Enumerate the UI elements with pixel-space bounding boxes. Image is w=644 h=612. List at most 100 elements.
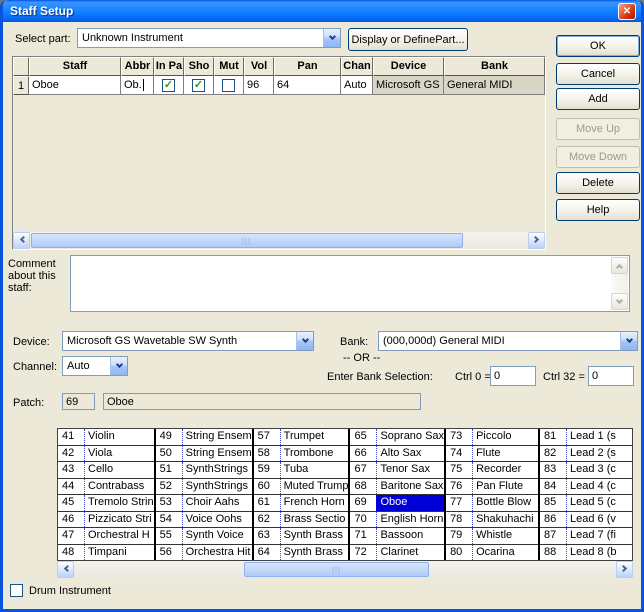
- header-staff[interactable]: Staff: [29, 57, 121, 76]
- instrument-cell[interactable]: 77Bottle Blow: [446, 495, 538, 512]
- instrument-cell[interactable]: 47Orchestral H: [58, 528, 154, 545]
- vol-cell[interactable]: 96: [244, 76, 274, 95]
- scroll-left-icon[interactable]: [57, 561, 74, 578]
- instrument-cell[interactable]: 75Recorder: [446, 462, 538, 479]
- instrument-cell[interactable]: 52SynthStrings: [156, 479, 252, 496]
- header-chan[interactable]: Chan: [341, 57, 373, 76]
- display-or-define-part-button[interactable]: Display or DefinePart...: [348, 28, 468, 51]
- help-button[interactable]: Help: [556, 199, 640, 221]
- instrument-cell[interactable]: 42Viola: [58, 446, 154, 463]
- instrument-cell[interactable]: 66Alto Sax: [350, 446, 444, 463]
- header-bank[interactable]: Bank: [444, 57, 545, 76]
- instrument-cell[interactable]: 79Whistle: [446, 528, 538, 545]
- instrument-cell[interactable]: 82Lead 2 (s: [540, 446, 632, 463]
- bank-cell[interactable]: General MIDI: [444, 76, 545, 95]
- grid-h-scrollbar[interactable]: [57, 561, 633, 578]
- device-cell[interactable]: Microsoft GS: [373, 76, 444, 95]
- instrument-cell[interactable]: 50String Ensem: [156, 446, 252, 463]
- ok-button[interactable]: OK: [556, 35, 640, 57]
- mute-cell[interactable]: [214, 76, 244, 95]
- table-scroll-thumb[interactable]: [31, 233, 463, 248]
- instrument-cell[interactable]: 72Clarinet: [350, 545, 444, 561]
- instrument-cell[interactable]: 57Trumpet: [254, 429, 349, 446]
- instrument-cell[interactable]: 76Pan Flute: [446, 479, 538, 496]
- instrument-cell[interactable]: 65Soprano Sax: [350, 429, 444, 446]
- device-combobox[interactable]: Microsoft GS Wavetable SW Synth: [62, 331, 314, 351]
- show-cell[interactable]: ✓: [184, 76, 214, 95]
- instrument-cell[interactable]: 87Lead 7 (fi: [540, 528, 632, 545]
- instrument-cell[interactable]: 58Trombone: [254, 446, 349, 463]
- scroll-down-icon[interactable]: [611, 293, 628, 310]
- table-h-scrollbar[interactable]: [13, 232, 545, 249]
- drum-instrument-checkbox[interactable]: [10, 584, 23, 597]
- instrument-cell[interactable]: 43Cello: [58, 462, 154, 479]
- header-mute[interactable]: Mut: [214, 57, 244, 76]
- in-part-cell[interactable]: ✓: [154, 76, 184, 95]
- instrument-cell[interactable]: 46Pizzicato Stri: [58, 512, 154, 529]
- instrument-cell[interactable]: 45Tremolo Strin: [58, 495, 154, 512]
- instrument-cell[interactable]: 71Bassoon: [350, 528, 444, 545]
- pan-cell[interactable]: 64: [274, 76, 341, 95]
- instrument-cell[interactable]: 85Lead 5 (c: [540, 495, 632, 512]
- scroll-left-icon[interactable]: [13, 232, 30, 249]
- instrument-cell[interactable]: 86Lead 6 (v: [540, 512, 632, 529]
- header-show[interactable]: Sho: [184, 57, 214, 76]
- in-part-checkbox[interactable]: ✓: [162, 79, 175, 92]
- ctrl32-input[interactable]: [588, 366, 634, 386]
- cancel-button[interactable]: Cancel: [556, 63, 640, 85]
- instrument-cell[interactable]: 59Tuba: [254, 462, 349, 479]
- instrument-cell[interactable]: 62Brass Sectio: [254, 512, 349, 529]
- instrument-cell[interactable]: 80Ocarina: [446, 545, 538, 561]
- instrument-cell[interactable]: 41Violin: [58, 429, 154, 446]
- instrument-cell[interactable]: 70English Horn: [350, 512, 444, 529]
- instrument-cell[interactable]: 78Shakuhachi: [446, 512, 538, 529]
- abbr-cell[interactable]: Ob.: [121, 76, 154, 95]
- instrument-cell[interactable]: 44Contrabass: [58, 479, 154, 496]
- add-button[interactable]: Add: [556, 88, 640, 110]
- staff-name-cell[interactable]: Oboe: [29, 76, 121, 95]
- header-pan[interactable]: Pan: [274, 57, 341, 76]
- comment-v-scrollbar[interactable]: [611, 257, 628, 310]
- instrument-cell[interactable]: 69Oboe: [350, 495, 444, 512]
- instrument-cell[interactable]: 51SynthStrings: [156, 462, 252, 479]
- chevron-down-icon[interactable]: [620, 332, 637, 350]
- chevron-down-icon[interactable]: [110, 357, 127, 375]
- instrument-cell[interactable]: 81Lead 1 (s: [540, 429, 632, 446]
- ctrl0-input[interactable]: [490, 366, 536, 386]
- grid-scroll-thumb[interactable]: [244, 562, 429, 577]
- header-device[interactable]: Device: [373, 57, 444, 76]
- instrument-cell[interactable]: 55Synth Voice: [156, 528, 252, 545]
- header-vol[interactable]: Vol: [244, 57, 274, 76]
- bank-combobox[interactable]: (000,000d) General MIDI: [378, 331, 638, 351]
- instrument-cell[interactable]: 61French Horn: [254, 495, 349, 512]
- channel-combobox[interactable]: Auto: [62, 356, 128, 376]
- instrument-cell[interactable]: 67Tenor Sax: [350, 462, 444, 479]
- instrument-cell[interactable]: 49String Ensem: [156, 429, 252, 446]
- instrument-cell[interactable]: 56Orchestra Hit: [156, 545, 252, 561]
- instrument-cell[interactable]: 84Lead 4 (c: [540, 479, 632, 496]
- instrument-cell[interactable]: 48Timpani: [58, 545, 154, 561]
- instrument-cell[interactable]: 53Choir Aahs: [156, 495, 252, 512]
- instrument-cell[interactable]: 88Lead 8 (b: [540, 545, 632, 561]
- chevron-down-icon[interactable]: [323, 29, 340, 47]
- chan-cell[interactable]: Auto: [341, 76, 373, 95]
- close-icon[interactable]: ✕: [618, 3, 636, 20]
- scroll-right-icon[interactable]: [528, 232, 545, 249]
- instrument-cell[interactable]: 63Synth Brass: [254, 528, 349, 545]
- instrument-cell[interactable]: 73Piccolo: [446, 429, 538, 446]
- select-part-combobox[interactable]: Unknown Instrument: [77, 28, 341, 48]
- instrument-cell[interactable]: 68Baritone Sax: [350, 479, 444, 496]
- instrument-cell[interactable]: 83Lead 3 (c: [540, 462, 632, 479]
- instrument-cell[interactable]: 60Muted Trump: [254, 479, 349, 496]
- instrument-cell[interactable]: 54Voice Oohs: [156, 512, 252, 529]
- instrument-cell[interactable]: 64Synth Brass: [254, 545, 349, 561]
- comment-textarea[interactable]: [70, 255, 630, 312]
- scroll-right-icon[interactable]: [616, 561, 633, 578]
- mute-checkbox[interactable]: [222, 79, 235, 92]
- scroll-up-icon[interactable]: [611, 257, 628, 274]
- header-in-part[interactable]: In Pa: [154, 57, 184, 76]
- instrument-cell[interactable]: 74Flute: [446, 446, 538, 463]
- chevron-down-icon[interactable]: [296, 332, 313, 350]
- header-abbr[interactable]: Abbr: [121, 57, 154, 76]
- row-number[interactable]: 1: [13, 76, 29, 95]
